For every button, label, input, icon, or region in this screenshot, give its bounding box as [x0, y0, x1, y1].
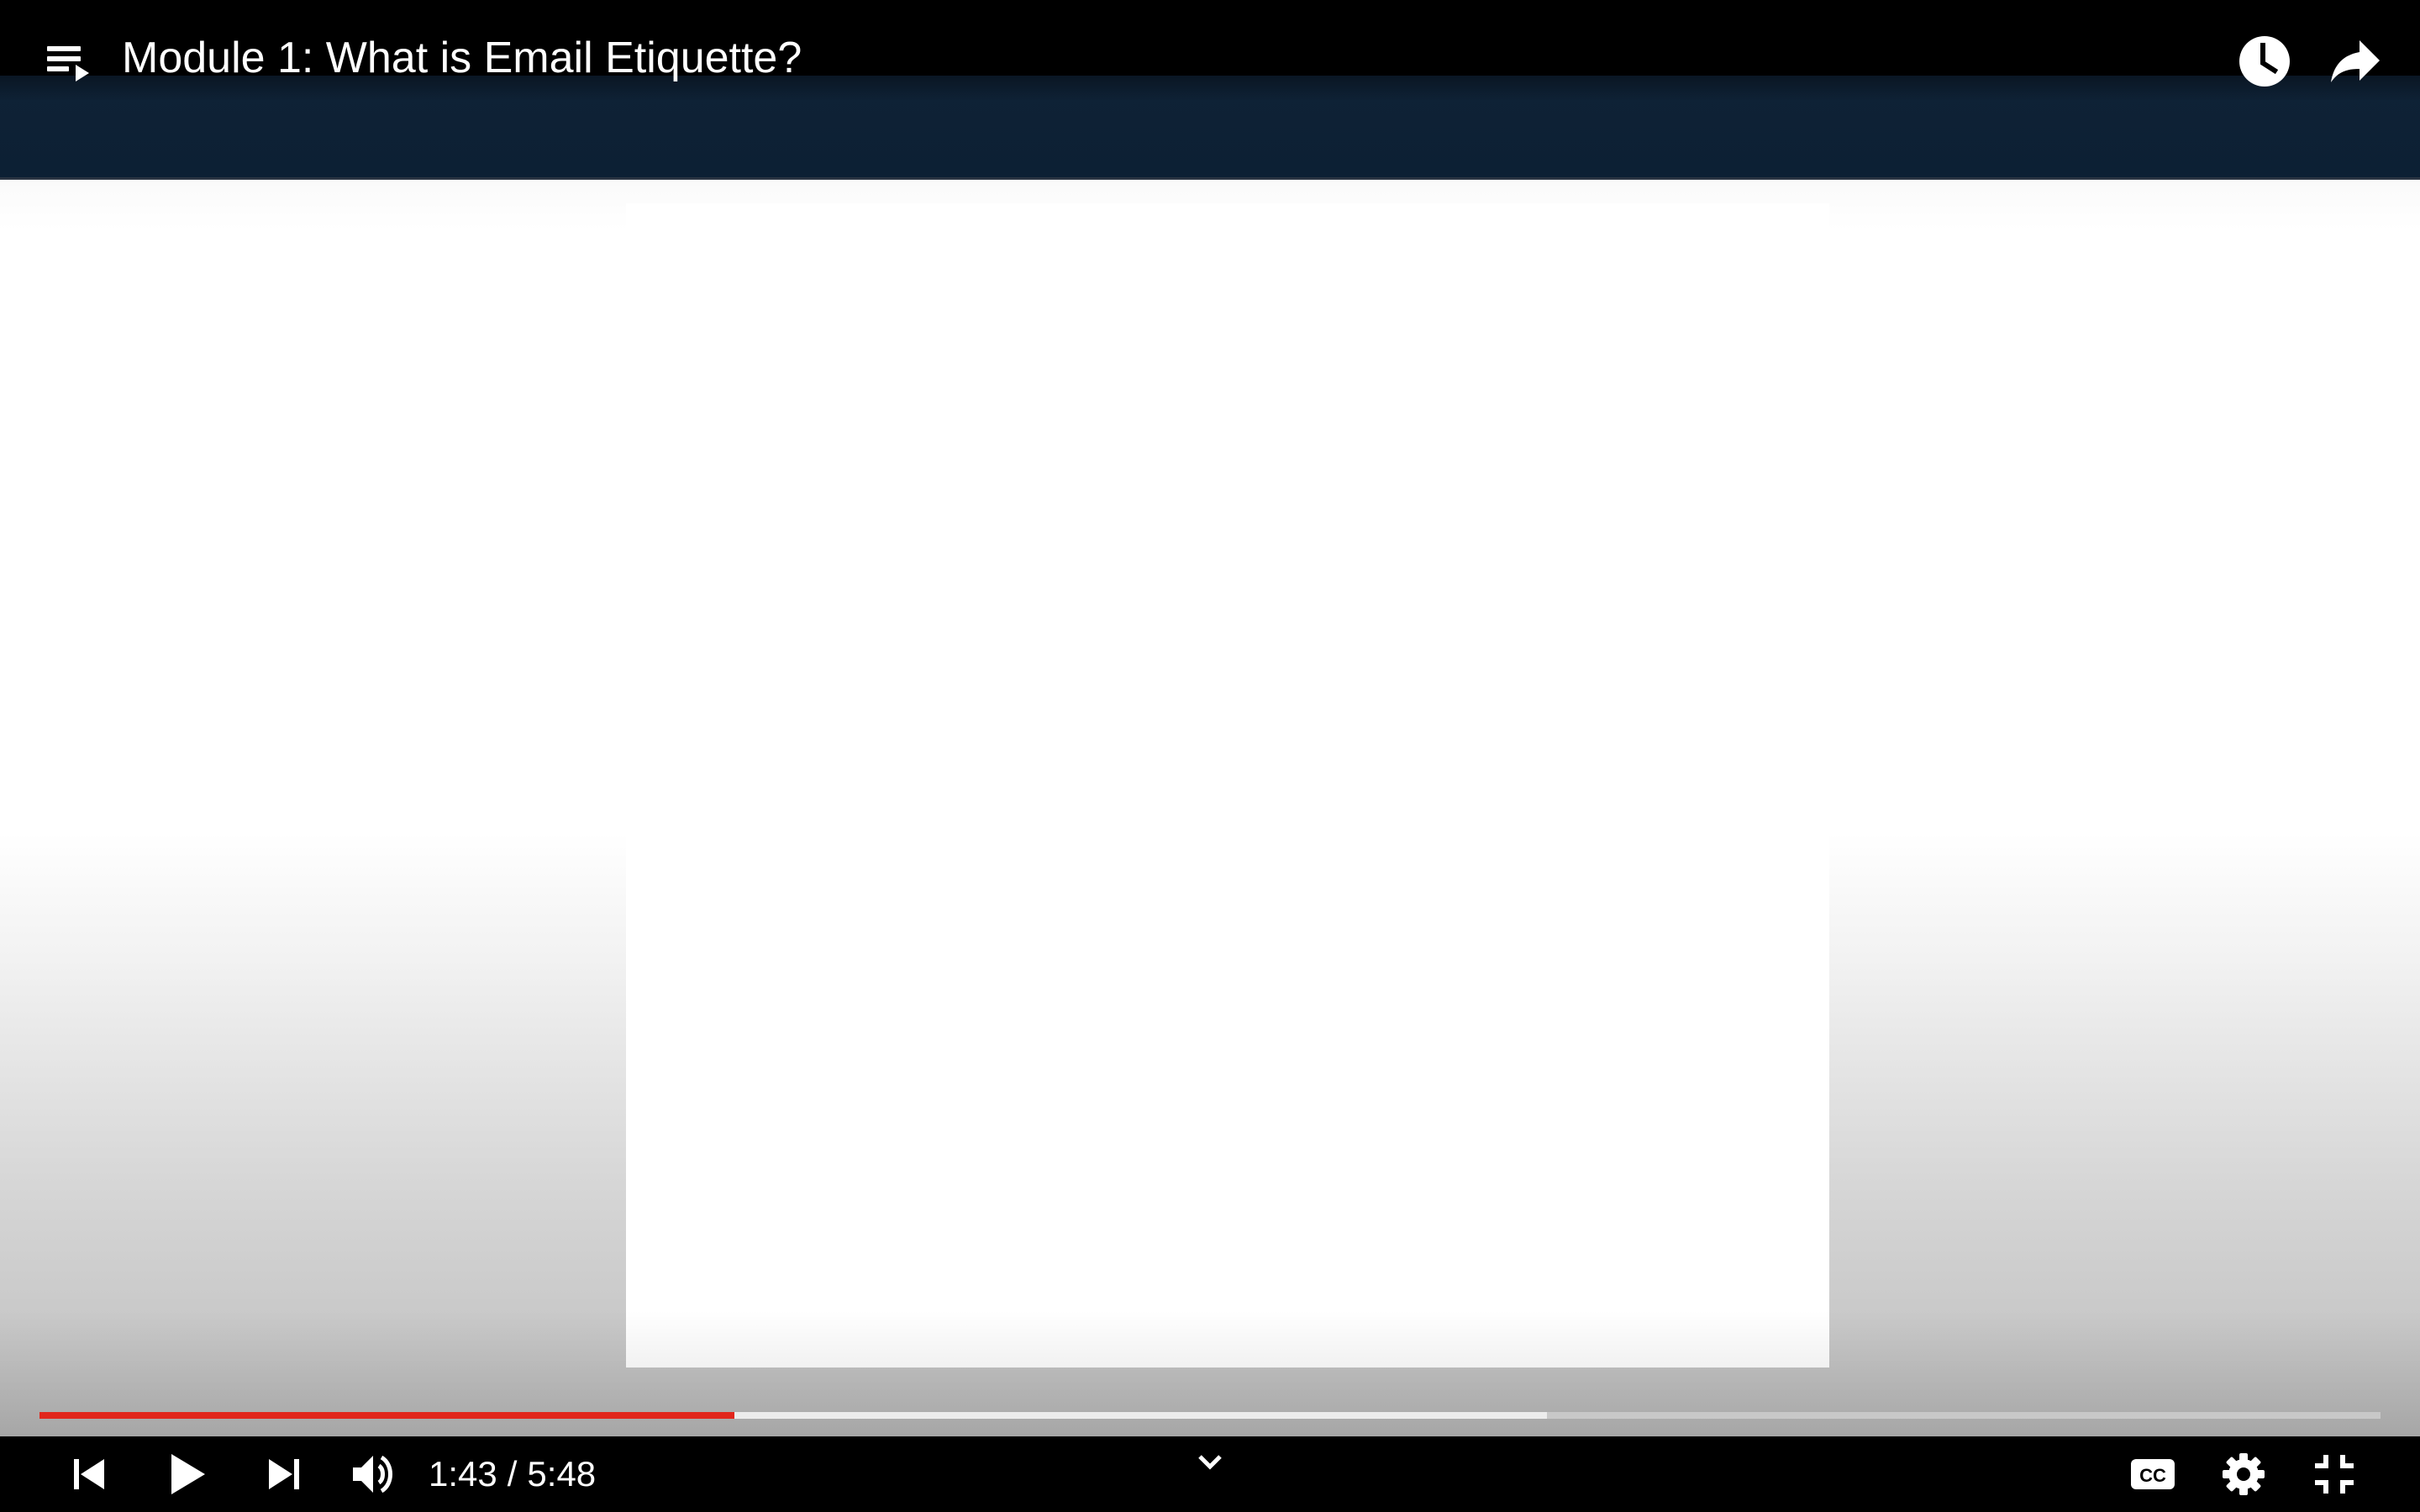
duration: 5:48 — [527, 1454, 597, 1494]
playlist-button[interactable] — [42, 38, 96, 92]
video-frame[interactable] — [0, 76, 2420, 1436]
watch-later-button[interactable] — [2237, 34, 2292, 89]
volume-icon — [353, 1455, 392, 1494]
exit-fullscreen-button[interactable] — [2301, 1436, 2368, 1512]
current-time: 1:43 — [429, 1454, 497, 1494]
share-icon — [2331, 40, 2380, 82]
play-button[interactable] — [153, 1436, 220, 1512]
captions-button[interactable]: CC — [2119, 1436, 2186, 1512]
video-player[interactable]: Module 1: What is Email Etiquette? 1:43 … — [0, 0, 2420, 1512]
video-title[interactable]: Module 1: What is Email Etiquette? — [122, 29, 802, 87]
expand-chevron-button[interactable] — [1176, 1428, 1244, 1495]
captions-icon: CC — [2131, 1459, 2175, 1489]
watch-later-icon — [2239, 36, 2290, 87]
settings-button[interactable] — [2210, 1436, 2277, 1512]
exit-fullscreen-icon — [2315, 1455, 2354, 1494]
volume-button[interactable] — [339, 1436, 407, 1512]
play-icon — [171, 1454, 205, 1494]
time-separator: / — [507, 1454, 518, 1494]
svg-text:CC: CC — [2139, 1465, 2166, 1486]
video-slide-page — [626, 203, 1829, 1368]
next-button[interactable] — [250, 1436, 318, 1512]
previous-button[interactable] — [55, 1436, 123, 1512]
next-icon — [269, 1459, 299, 1489]
progress-played — [39, 1412, 735, 1419]
time-display: 1:43 / 5:48 — [429, 1436, 596, 1512]
progress-bar[interactable] — [39, 1409, 2381, 1420]
settings-icon — [2223, 1453, 2265, 1495]
previous-icon — [74, 1459, 104, 1489]
chevron-down-icon — [1198, 1455, 1222, 1470]
playlist-icon — [47, 46, 89, 81]
share-button[interactable] — [2328, 34, 2383, 89]
